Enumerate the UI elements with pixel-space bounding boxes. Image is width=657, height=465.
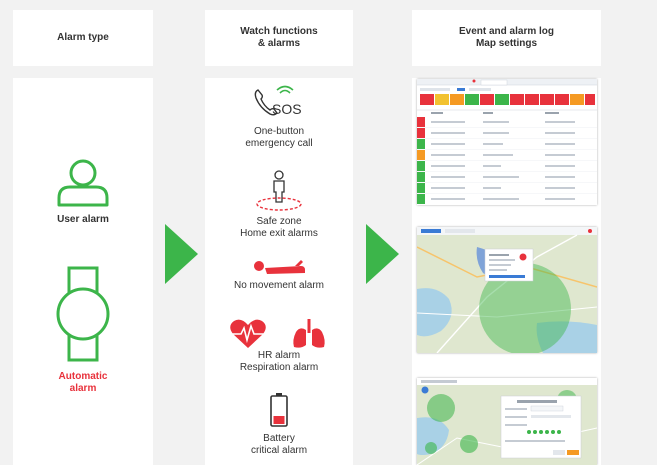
safezone-label-line1: Safe zone xyxy=(256,216,302,227)
safezone-label: Safe zone Home exit alarms xyxy=(205,216,353,240)
hr-label-line2: Respiration alarm xyxy=(239,362,319,373)
map-screenshot xyxy=(417,227,597,353)
nomovement-icon xyxy=(254,260,305,274)
alarm-type-panel: User alarm Automatic alarm xyxy=(13,78,153,465)
sos-icon: SOS xyxy=(254,85,302,117)
header-watch-functions: Watch functions & alarms xyxy=(205,10,353,66)
battery-icon xyxy=(270,393,288,427)
map-settings-screenshot xyxy=(417,378,597,465)
automatic-alarm-line1: Automatic xyxy=(58,371,108,382)
battery-label-line2: critical alarm xyxy=(250,445,308,456)
safezone-icon xyxy=(256,170,302,211)
header-event-log: Event and alarm log Map settings xyxy=(412,10,601,66)
safezone-label-line2: Home exit alarms xyxy=(240,228,318,239)
automatic-alarm-label: Automatic alarm xyxy=(13,371,153,395)
header-alarm-type-text: Alarm type xyxy=(57,32,109,43)
user-alarm-label: User alarm xyxy=(57,214,109,225)
header-watch-functions-line2: & alarms xyxy=(257,38,301,49)
battery-label-line1: Battery xyxy=(263,433,295,444)
watch-icon xyxy=(56,266,110,362)
nomovement-label: No movement alarm xyxy=(233,280,325,291)
sos-label: One-button emergency call xyxy=(205,126,353,150)
hr-label-line1: HR alarm xyxy=(257,350,301,361)
battery-label: Battery critical alarm xyxy=(205,433,353,457)
header-watch-functions-line1: Watch functions xyxy=(240,26,318,37)
sos-label-line2: emergency call xyxy=(245,138,313,149)
arrow-icon-1 xyxy=(165,224,198,284)
header-event-log-line1: Event and alarm log xyxy=(458,26,555,37)
automatic-alarm-line2: alarm xyxy=(69,383,97,394)
watch-functions-panel: SOS One-button emergency call Safe zone … xyxy=(205,78,353,465)
sos-icon-text: SOS xyxy=(272,101,302,117)
user-icon xyxy=(57,159,109,207)
header-event-log-line2: Map settings xyxy=(475,38,538,49)
hr-icon xyxy=(230,319,266,348)
respiration-icon xyxy=(293,319,325,348)
sos-label-line1: One-button xyxy=(253,126,305,137)
event-log-screenshot xyxy=(417,79,597,205)
arrow-icon-2 xyxy=(366,224,399,284)
hr-label: HR alarm Respiration alarm xyxy=(205,350,353,374)
header-alarm-type: Alarm type xyxy=(13,10,153,66)
